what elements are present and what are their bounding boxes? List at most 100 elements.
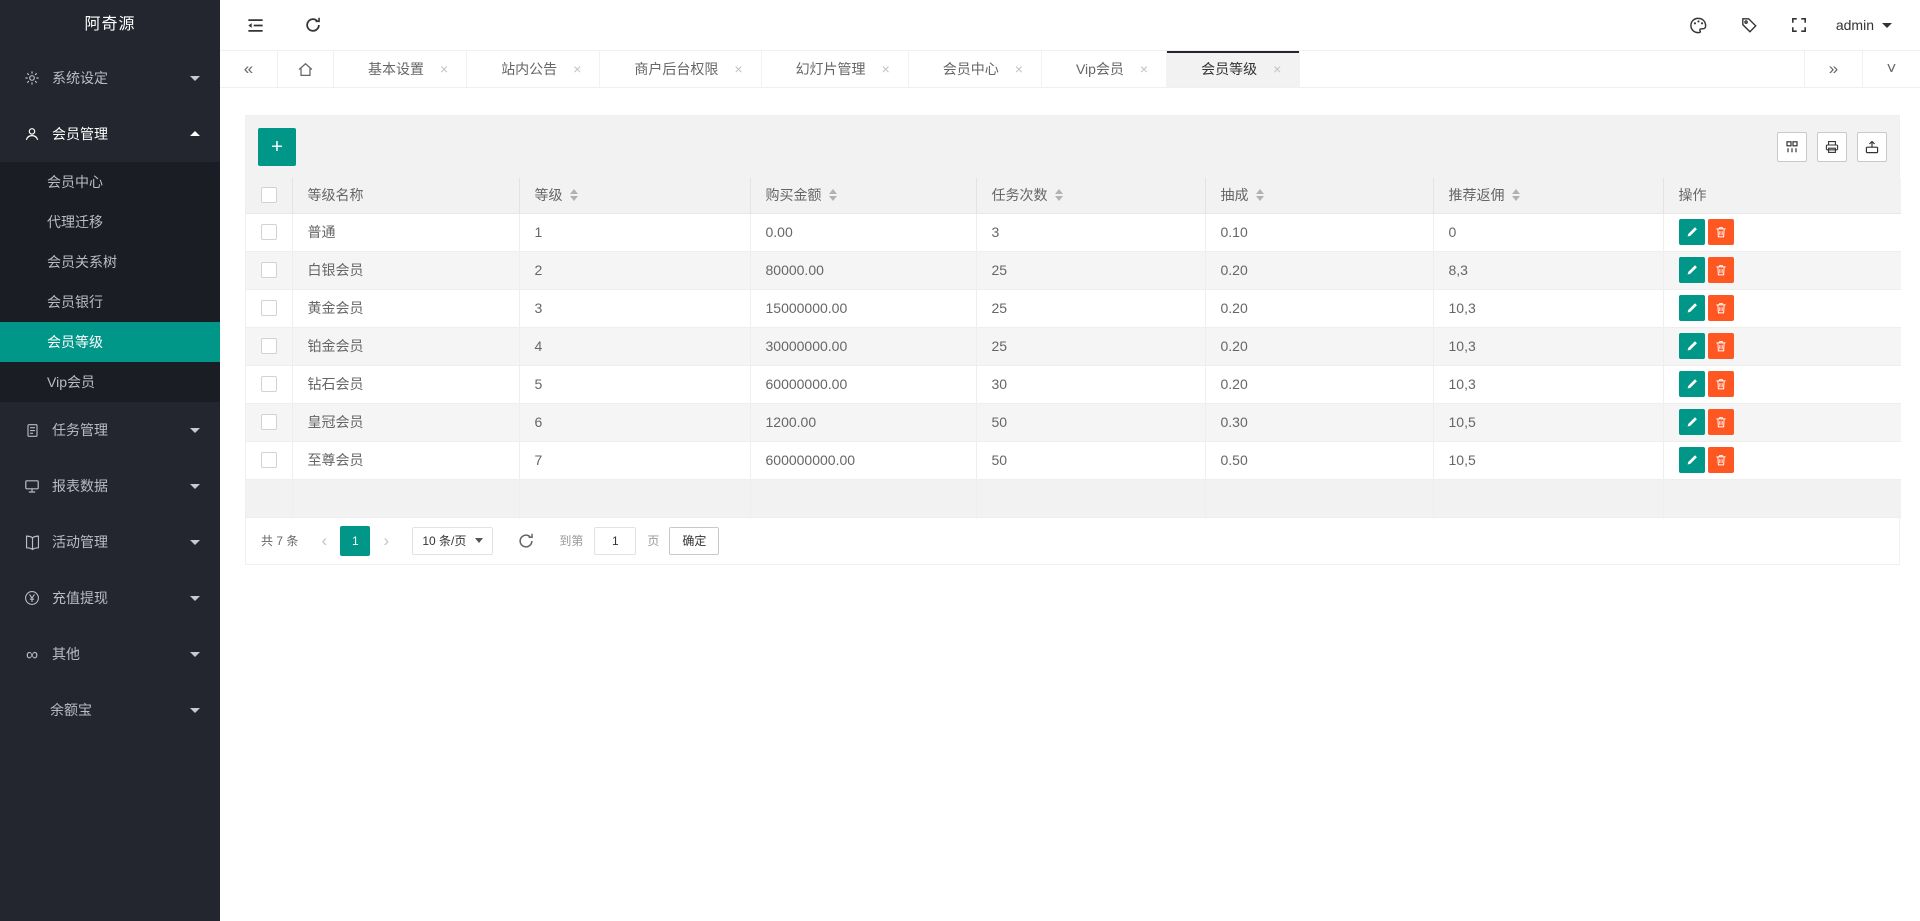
sidebar-item[interactable]: 系统设定 [0, 50, 220, 106]
sidebar-subitem[interactable]: 代理迁移 [0, 202, 220, 242]
edit-button[interactable] [1679, 333, 1705, 359]
cell-tasks: 3 [976, 213, 1205, 251]
refresh-icon[interactable] [290, 0, 336, 50]
select-all-checkbox[interactable] [261, 187, 277, 203]
close-icon[interactable]: × [440, 61, 448, 77]
cell-actions [1663, 251, 1901, 289]
next-page-button[interactable]: › [372, 527, 400, 555]
add-button[interactable]: + [258, 128, 296, 166]
trash-icon [1714, 377, 1728, 391]
tabs-more-button[interactable]: ˅ [1862, 51, 1920, 87]
sidebar-item[interactable]: 充值提现 [0, 570, 220, 626]
sidebar-item[interactable]: 活动管理 [0, 514, 220, 570]
delete-button[interactable] [1708, 371, 1734, 397]
tab-label: 商户后台权限 [634, 59, 718, 79]
export-button[interactable] [1857, 132, 1887, 162]
sidebar-item[interactable]: 任务管理 [0, 402, 220, 458]
cell-actions [1663, 403, 1901, 441]
close-icon[interactable]: × [1273, 61, 1281, 77]
palette-icon[interactable] [1674, 0, 1724, 50]
tab-item[interactable]: 基本设置× [334, 51, 467, 87]
sort-icon[interactable] [1055, 189, 1063, 201]
column-header: 等级名称 [292, 178, 519, 213]
sort-icon[interactable] [1512, 189, 1520, 201]
sidebar-subitem[interactable]: Vip会员 [0, 362, 220, 402]
delete-button[interactable] [1708, 219, 1734, 245]
gear-icon [22, 70, 42, 86]
tag-icon[interactable] [1724, 0, 1774, 50]
cell-actions [1663, 365, 1901, 403]
cell-amount: 1200.00 [750, 403, 976, 441]
edit-button[interactable] [1679, 295, 1705, 321]
row-checkbox[interactable] [261, 452, 277, 468]
sidebar-subitem[interactable]: 会员等级 [0, 322, 220, 362]
cell-level: 4 [519, 327, 750, 365]
sidebar-item-label: 充值提现 [52, 588, 108, 608]
page-size-select[interactable]: 10 条/页 [412, 527, 493, 555]
tab-label: 会员等级 [1201, 59, 1257, 79]
edit-button[interactable] [1679, 409, 1705, 435]
collapse-sidebar-icon[interactable] [232, 0, 278, 50]
goto-page-input[interactable] [594, 527, 636, 555]
table-header-row: 等级名称等级购买金额任务次数抽成推荐返佣操作 [246, 178, 1901, 213]
row-checkbox[interactable] [261, 300, 277, 316]
delete-button[interactable] [1708, 295, 1734, 321]
chevron-down-icon [1882, 23, 1892, 28]
close-icon[interactable]: × [1140, 61, 1148, 77]
sidebar-subitem[interactable]: 会员银行 [0, 282, 220, 322]
column-header: 抽成 [1205, 178, 1433, 213]
tabs-scroll-right-button[interactable]: » [1804, 51, 1862, 87]
table-row: 普通10.0030.100 [246, 213, 1901, 251]
edit-button[interactable] [1679, 371, 1705, 397]
close-icon[interactable]: × [734, 61, 742, 77]
cell-level: 7 [519, 441, 750, 479]
sidebar-subitem[interactable]: 会员中心 [0, 162, 220, 202]
sort-icon[interactable] [829, 189, 837, 201]
user-menu[interactable]: admin [1824, 17, 1904, 33]
row-checkbox[interactable] [261, 414, 277, 430]
sidebar-item-label: 任务管理 [52, 420, 108, 440]
pagination-refresh-icon[interactable] [517, 532, 535, 550]
sidebar-subitem[interactable]: 会员关系树 [0, 242, 220, 282]
tab-item[interactable]: 幻灯片管理× [762, 51, 909, 87]
edit-button[interactable] [1679, 257, 1705, 283]
sidebar-item[interactable]: 会员管理 [0, 106, 220, 162]
caret-down-icon [190, 76, 200, 81]
sidebar-item[interactable]: 余额宝 [0, 682, 220, 738]
cell-name: 白银会员 [292, 251, 519, 289]
sort-icon[interactable] [1256, 189, 1264, 201]
row-checkbox[interactable] [261, 262, 277, 278]
row-checkbox[interactable] [261, 376, 277, 392]
close-icon[interactable]: × [573, 61, 581, 77]
tab-active[interactable]: 会员等级 × [1167, 51, 1300, 87]
goto-confirm-button[interactable]: 确定 [669, 527, 719, 555]
sort-icon[interactable] [570, 189, 578, 201]
tab-item[interactable]: 会员中心× [909, 51, 1042, 87]
tab-item[interactable]: Vip会员× [1042, 51, 1167, 87]
delete-button[interactable] [1708, 257, 1734, 283]
columns-button[interactable] [1777, 132, 1807, 162]
print-button[interactable] [1817, 132, 1847, 162]
delete-button[interactable] [1708, 409, 1734, 435]
row-checkbox[interactable] [261, 338, 277, 354]
tabs-scroll-left-button[interactable]: « [220, 51, 278, 87]
edit-button[interactable] [1679, 219, 1705, 245]
close-icon[interactable]: × [1015, 61, 1023, 77]
cell-tasks: 25 [976, 327, 1205, 365]
sidebar-item[interactable]: 报表数据 [0, 458, 220, 514]
current-page-button[interactable]: 1 [340, 526, 370, 556]
print-icon [1824, 139, 1840, 155]
tab-item[interactable]: 商户后台权限 × [600, 51, 761, 87]
tab-home[interactable] [278, 51, 334, 87]
delete-button[interactable] [1708, 333, 1734, 359]
trash-icon [1714, 415, 1728, 429]
prev-page-button[interactable]: ‹ [310, 527, 338, 555]
edit-button[interactable] [1679, 447, 1705, 473]
close-icon[interactable]: × [882, 61, 890, 77]
cell-referral: 8,3 [1433, 251, 1663, 289]
row-checkbox[interactable] [261, 224, 277, 240]
fullscreen-icon[interactable] [1774, 0, 1824, 50]
delete-button[interactable] [1708, 447, 1734, 473]
sidebar-item[interactable]: ∞其他 [0, 626, 220, 682]
tab-item[interactable]: 站内公告× [467, 51, 600, 87]
